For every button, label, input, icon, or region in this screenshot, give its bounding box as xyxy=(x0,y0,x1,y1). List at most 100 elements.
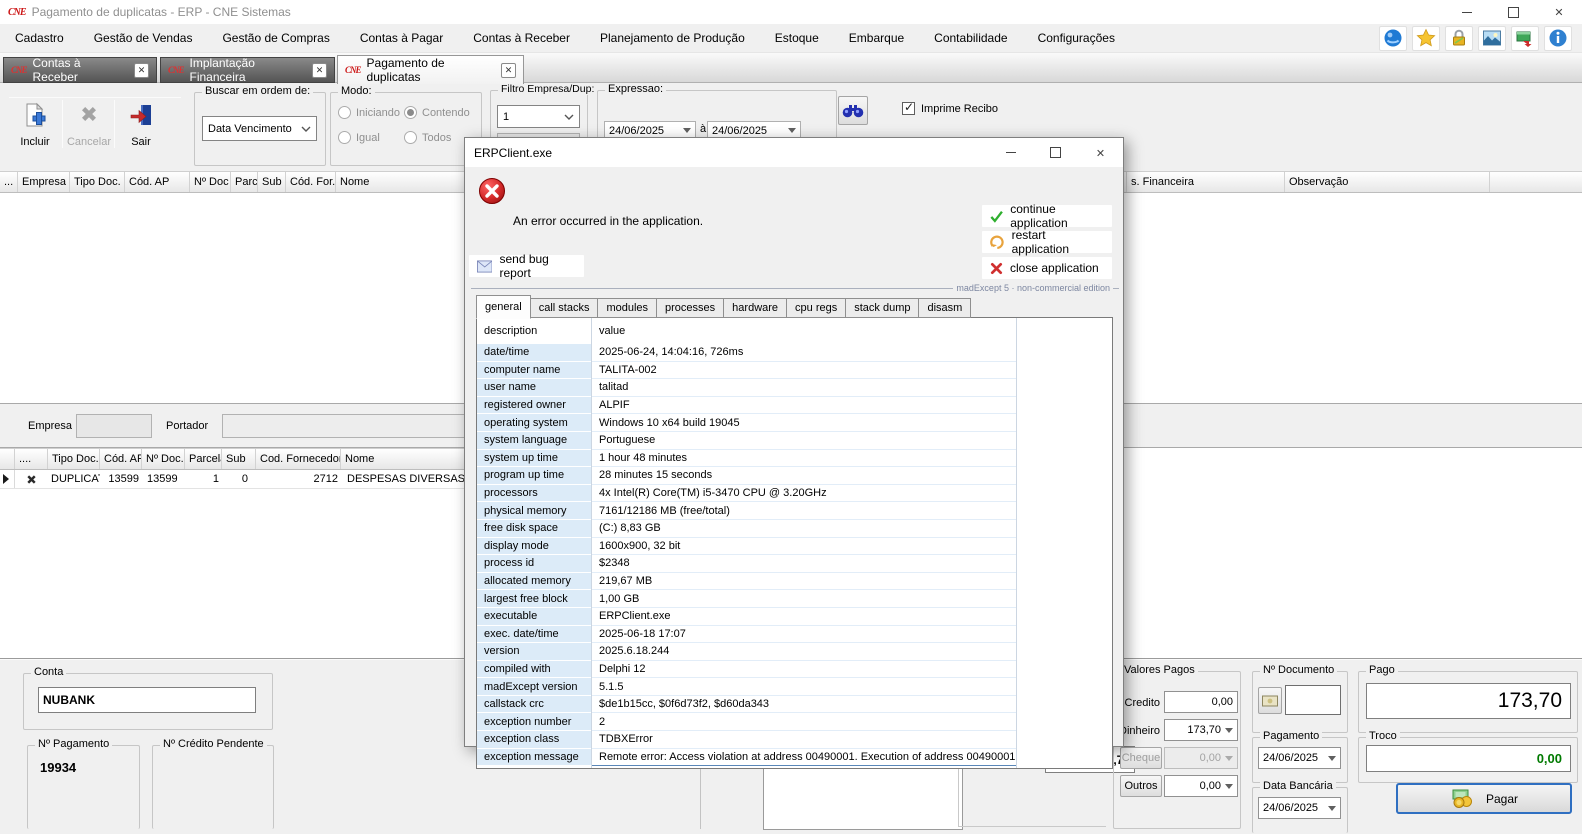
tab-pagamento-de-duplicatas[interactable]: CNE Pagamento de duplicatas xyxy=(337,55,524,84)
column-header-cod-ap[interactable]: Cód. AP xyxy=(100,449,142,469)
lock-button[interactable] xyxy=(1445,26,1473,51)
column-header-parcela[interactable]: Parcela xyxy=(185,449,222,469)
tab-processes[interactable]: processes xyxy=(656,298,724,318)
radio-todos[interactable]: Todos xyxy=(404,131,451,144)
tab-general[interactable]: general xyxy=(476,295,531,319)
tab-hardware[interactable]: hardware xyxy=(723,298,787,318)
portador-label: Portador xyxy=(166,420,208,432)
pago-label: Pago xyxy=(1366,664,1398,676)
imprime-recibo-checkbox[interactable]: Imprime Recibo xyxy=(902,102,998,115)
row-description: largest free block xyxy=(477,590,591,608)
column-header-cod-fornecedor[interactable]: Cod. Fornecedor xyxy=(256,449,341,469)
pago-field[interactable]: 173,70 xyxy=(1366,683,1571,719)
menu-item[interactable]: Contas à Pagar xyxy=(345,31,458,45)
credito-label: Credito xyxy=(1120,697,1160,709)
restart-application-button[interactable]: restart application xyxy=(982,231,1112,253)
column-header-filler xyxy=(1490,172,1582,192)
column-header-dots[interactable]: .... xyxy=(15,449,48,469)
tab-modules[interactable]: modules xyxy=(597,298,657,318)
buscar-button[interactable] xyxy=(838,96,868,125)
radio-contendo[interactable]: Contendo xyxy=(404,106,470,119)
globe-button[interactable] xyxy=(1379,26,1407,51)
menu-item[interactable]: Gestão de Compras xyxy=(207,31,344,45)
menu-item[interactable]: Embarque xyxy=(834,31,919,45)
checkbox-checked-icon xyxy=(902,102,915,115)
column-header-sub[interactable]: Sub xyxy=(222,449,256,469)
tab-close-icon[interactable] xyxy=(501,63,516,78)
tab-call-stacks[interactable]: call stacks xyxy=(530,298,599,318)
dialog-minimize-button[interactable] xyxy=(988,138,1033,167)
radio-iniciando[interactable]: Iniciando xyxy=(338,106,400,119)
row-description: processors xyxy=(477,485,591,503)
dialog-title: ERPClient.exe xyxy=(474,146,552,160)
tab-close-icon[interactable] xyxy=(134,63,149,78)
dialog-maximize-button[interactable] xyxy=(1033,138,1078,167)
row-delete-icon[interactable] xyxy=(15,470,48,488)
image-button[interactable] xyxy=(1478,26,1506,51)
documento-lookup-button[interactable] xyxy=(1258,687,1282,714)
column-header-no-doc[interactable]: Nº Doc. xyxy=(142,449,185,469)
outros-field[interactable]: 0,00 xyxy=(1164,775,1238,797)
cancelar-label: Cancelar xyxy=(67,136,111,148)
continue-application-button[interactable]: continue application xyxy=(982,205,1112,227)
pagar-button[interactable]: Pagar xyxy=(1396,783,1572,814)
pagamento-date-picker[interactable]: 24/06/2025 xyxy=(1258,747,1341,769)
column-header-empresa[interactable]: Empresa xyxy=(18,172,70,192)
radio-icon xyxy=(404,131,417,144)
menu-item[interactable]: Estoque xyxy=(760,31,834,45)
dialog-close-button[interactable] xyxy=(1078,138,1123,167)
tab-cpu-regs[interactable]: cpu regs xyxy=(786,298,846,318)
conta-label: Conta xyxy=(31,666,66,678)
no-documento-input[interactable] xyxy=(1285,685,1341,715)
close-button[interactable] xyxy=(1536,0,1582,24)
menu-item[interactable]: Contabilidade xyxy=(919,31,1022,45)
column-header-observacao[interactable]: Observação xyxy=(1285,172,1490,192)
column-header-financeira[interactable]: s. Financeira xyxy=(1127,172,1285,192)
filtro-empresa-select[interactable]: 1 xyxy=(497,105,580,128)
row-value: 2025-06-24, 14:04:16, 726ms xyxy=(591,344,1016,362)
radio-igual[interactable]: Igual xyxy=(338,131,380,144)
export-icon xyxy=(1515,28,1535,48)
outros-button[interactable]: Outros xyxy=(1120,775,1162,797)
sair-button[interactable]: Sair xyxy=(118,100,164,150)
send-bug-report-button[interactable]: send bug report xyxy=(469,255,584,277)
column-header-parc[interactable]: Parc xyxy=(231,172,258,192)
column-header[interactable]: ... xyxy=(0,172,18,192)
column-header-tipo-doc[interactable]: Tipo Doc. xyxy=(48,449,100,469)
tab-implantacao-financeira[interactable]: CNE Implantação Financeira xyxy=(160,57,335,83)
column-header-cod-for[interactable]: Cód. For. xyxy=(286,172,336,192)
minimize-button[interactable] xyxy=(1444,0,1490,24)
dinheiro-field[interactable]: 173,70 xyxy=(1164,719,1238,741)
tab-disasm[interactable]: disasm xyxy=(918,298,971,318)
pagar-label: Pagar xyxy=(1486,792,1518,806)
maximize-button[interactable] xyxy=(1490,0,1536,24)
column-header-tipo-doc[interactable]: Tipo Doc. xyxy=(70,172,125,192)
buscar-ordem-value: Data Vencimento xyxy=(208,123,292,135)
conta-field[interactable]: NUBANK xyxy=(38,687,256,713)
tab-stack-dump[interactable]: stack dump xyxy=(845,298,919,318)
menu-item[interactable]: Planejamento de Produção xyxy=(585,31,760,45)
data-bancaria-date-picker[interactable]: 24/06/2025 xyxy=(1258,797,1341,819)
close-application-button[interactable]: close application xyxy=(982,257,1112,279)
info-button[interactable] xyxy=(1544,26,1572,51)
credito-field[interactable]: 0,00 xyxy=(1164,691,1238,713)
column-header-cod-ap[interactable]: Cód. AP xyxy=(125,172,190,192)
dropdown-arrow-icon xyxy=(1225,756,1233,761)
incluir-button[interactable]: Incluir xyxy=(12,100,58,150)
menu-item[interactable]: Contas à Receber xyxy=(458,31,585,45)
envelope-icon xyxy=(477,260,492,273)
row-value: 2025-06-18 17:07 xyxy=(591,626,1016,644)
menu-item[interactable]: Gestão de Vendas xyxy=(79,31,208,45)
buscar-ordem-select[interactable]: Data Vencimento xyxy=(202,116,317,141)
menu-item[interactable]: Cadastro xyxy=(0,31,79,45)
info-icon xyxy=(1548,28,1568,48)
tab-contas-a-receber[interactable]: CNE Contas à Receber xyxy=(3,57,157,83)
column-header-no-doc[interactable]: Nº Doc xyxy=(190,172,231,192)
favorites-button[interactable] xyxy=(1412,26,1440,51)
radio-label: Contendo xyxy=(422,107,470,119)
radio-label: Todos xyxy=(422,132,451,144)
menu-item[interactable]: Configurações xyxy=(1023,31,1130,45)
column-header-sub[interactable]: Sub xyxy=(258,172,286,192)
export-button[interactable] xyxy=(1511,26,1539,51)
tab-close-icon[interactable] xyxy=(312,63,327,78)
